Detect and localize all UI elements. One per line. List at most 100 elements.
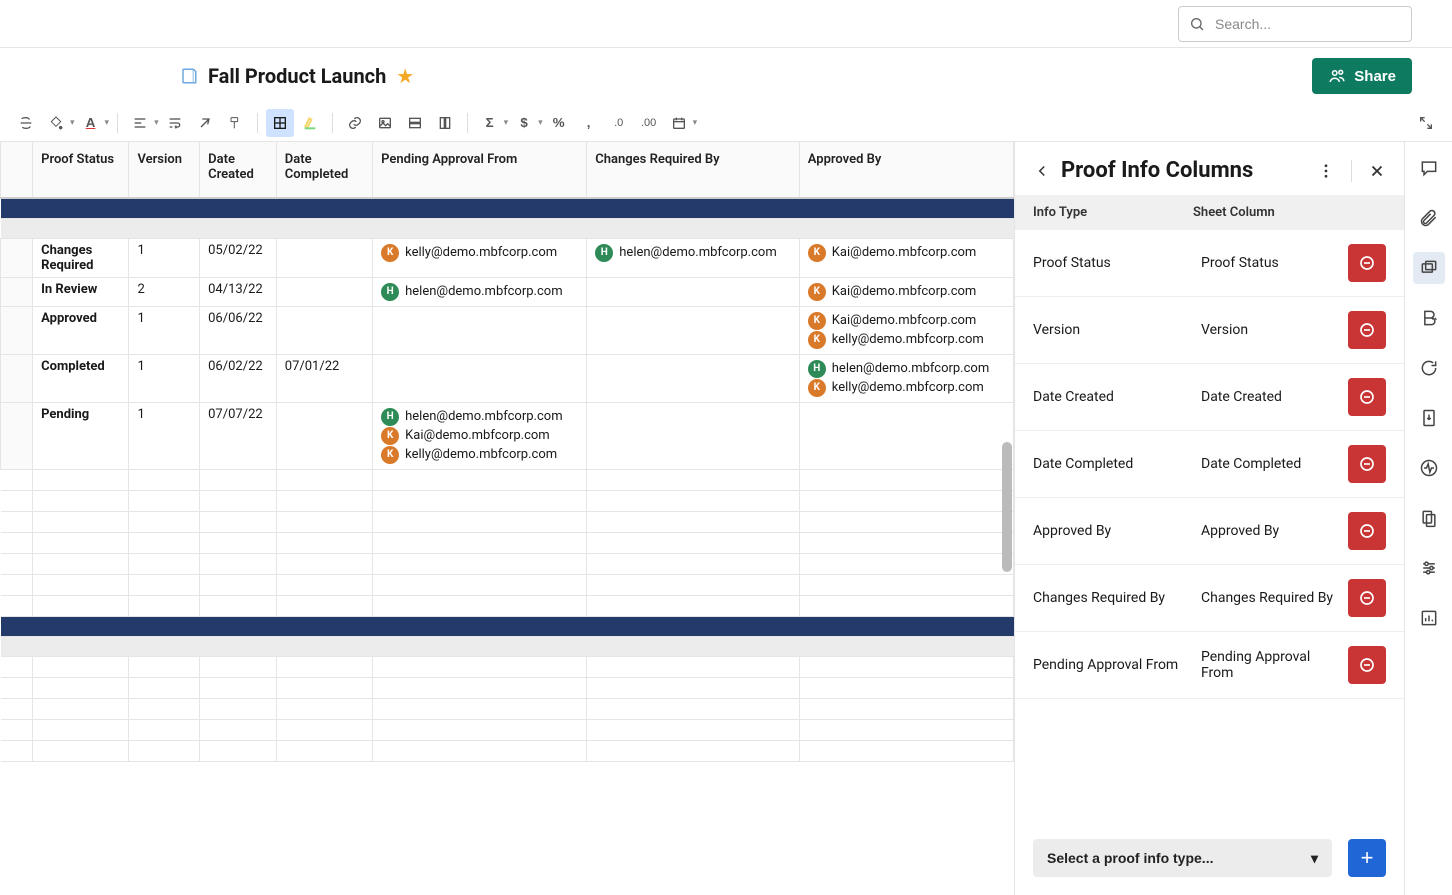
remove-mapping-button[interactable] <box>1348 512 1386 550</box>
insert-column-button[interactable] <box>431 109 459 137</box>
strikethrough-button[interactable] <box>12 109 40 137</box>
image-button[interactable] <box>371 109 399 137</box>
empty-row[interactable] <box>1 740 1014 761</box>
table-row[interactable]: Pending 1 07/07/22 Hhelen@demo.mbfcorp.c… <box>1 402 1014 469</box>
empty-row[interactable] <box>1 719 1014 740</box>
cell-completed[interactable] <box>276 306 372 354</box>
cell-completed[interactable] <box>276 277 372 306</box>
back-icon[interactable] <box>1033 162 1051 180</box>
col-header-pending[interactable]: Pending Approval From <box>373 142 587 198</box>
cell-status[interactable]: Approved <box>33 306 129 354</box>
cell-approved[interactable]: KKai@demo.mbfcorp.com <box>799 238 1013 277</box>
cell-status[interactable]: Changes Required <box>33 238 129 277</box>
cell-version[interactable]: 2 <box>129 277 200 306</box>
fill-color-button[interactable] <box>42 109 70 137</box>
cell-changes[interactable] <box>587 354 800 402</box>
cell-completed[interactable] <box>276 238 372 277</box>
grid-area[interactable]: Proof Status Version Date Created Date C… <box>0 142 1014 895</box>
cell-status[interactable]: In Review <box>33 277 129 306</box>
cell-approved[interactable]: Hhelen@demo.mbfcorp.comKkelly@demo.mbfco… <box>799 354 1013 402</box>
cell-version[interactable]: 1 <box>129 306 200 354</box>
search-box[interactable] <box>1178 6 1412 42</box>
rail-attachments-icon[interactable] <box>1413 202 1445 234</box>
highlight-button[interactable] <box>296 109 324 137</box>
cell-created[interactable]: 07/07/22 <box>200 402 277 469</box>
cell-changes[interactable] <box>587 402 800 469</box>
table-row[interactable]: Approved 1 06/06/22 KKai@demo.mbfcorp.co… <box>1 306 1014 354</box>
share-button[interactable]: Share <box>1312 58 1412 94</box>
cell-status[interactable]: Pending <box>33 402 129 469</box>
cell-version[interactable]: 1 <box>129 238 200 277</box>
cell-completed[interactable] <box>276 402 372 469</box>
table-row[interactable]: In Review 2 04/13/22 Hhelen@demo.mbfcorp… <box>1 277 1014 306</box>
remove-mapping-button[interactable] <box>1348 646 1386 684</box>
empty-row[interactable] <box>1 595 1014 616</box>
cell-status[interactable]: Completed <box>33 354 129 402</box>
empty-row[interactable] <box>1 511 1014 532</box>
cell-pending[interactable]: Hhelen@demo.mbfcorp.comKKai@demo.mbfcorp… <box>373 402 587 469</box>
wrap-button[interactable] <box>161 109 189 137</box>
select-info-type-dropdown[interactable]: Select a proof info type... ▾ <box>1033 839 1332 877</box>
rail-settings-icon[interactable] <box>1413 552 1445 584</box>
cell-changes[interactable] <box>587 277 800 306</box>
cell-pending[interactable]: Kkelly@demo.mbfcorp.com <box>373 238 587 277</box>
cell-pending[interactable] <box>373 306 587 354</box>
cell-pending[interactable]: Hhelen@demo.mbfcorp.com <box>373 277 587 306</box>
currency-button[interactable]: $ <box>510 109 538 137</box>
insert-row-button[interactable] <box>401 109 429 137</box>
close-icon[interactable] <box>1368 162 1386 180</box>
rail-proof-icon[interactable] <box>1413 252 1445 284</box>
cell-created[interactable]: 04/13/22 <box>200 277 277 306</box>
remove-mapping-button[interactable] <box>1348 244 1386 282</box>
empty-row[interactable] <box>1 677 1014 698</box>
remove-mapping-button[interactable] <box>1348 579 1386 617</box>
link-button[interactable] <box>341 109 369 137</box>
clear-format-button[interactable] <box>191 109 219 137</box>
rail-copy-icon[interactable] <box>1413 502 1445 534</box>
format-painter-button[interactable] <box>221 109 249 137</box>
remove-mapping-button[interactable] <box>1348 378 1386 416</box>
empty-row[interactable] <box>1 532 1014 553</box>
empty-row[interactable] <box>1 490 1014 511</box>
remove-mapping-button[interactable] <box>1348 445 1386 483</box>
empty-row[interactable] <box>1 553 1014 574</box>
section-row[interactable] <box>1 198 1014 218</box>
section-row[interactable] <box>1 616 1014 636</box>
cell-changes[interactable] <box>587 306 800 354</box>
rail-comments-icon[interactable] <box>1413 152 1445 184</box>
col-header-created[interactable]: Date Created <box>200 142 277 198</box>
add-mapping-button[interactable]: + <box>1348 839 1386 877</box>
cell-version[interactable]: 1 <box>129 354 200 402</box>
sum-button[interactable]: Σ <box>476 109 504 137</box>
cell-created[interactable]: 06/02/22 <box>200 354 277 402</box>
remove-mapping-button[interactable] <box>1348 311 1386 349</box>
cell-approved[interactable]: KKai@demo.mbfcorp.com <box>799 277 1013 306</box>
cell-pending[interactable] <box>373 354 587 402</box>
col-header-status[interactable]: Proof Status <box>33 142 129 198</box>
empty-row[interactable] <box>1 656 1014 677</box>
increase-decimal-button[interactable]: .00 <box>635 109 663 137</box>
rail-activity-icon[interactable] <box>1413 452 1445 484</box>
thousands-button[interactable]: , <box>575 109 603 137</box>
rail-chart-icon[interactable] <box>1413 602 1445 634</box>
more-icon[interactable] <box>1317 162 1335 180</box>
table-row[interactable]: Changes Required 1 05/02/22 Kkelly@demo.… <box>1 238 1014 277</box>
empty-row[interactable] <box>1 469 1014 490</box>
empty-row[interactable] <box>1 698 1014 719</box>
text-color-button[interactable]: A <box>77 109 105 137</box>
col-header-completed[interactable]: Date Completed <box>276 142 372 198</box>
cell-approved[interactable] <box>799 402 1013 469</box>
cell-changes[interactable]: Hhelen@demo.mbfcorp.com <box>587 238 800 277</box>
cell-created[interactable]: 06/06/22 <box>200 306 277 354</box>
table-row[interactable]: Completed 1 06/02/22 07/01/22 Hhelen@dem… <box>1 354 1014 402</box>
col-header-version[interactable]: Version <box>129 142 200 198</box>
cell-created[interactable]: 05/02/22 <box>200 238 277 277</box>
col-header-changes[interactable]: Changes Required By <box>587 142 800 198</box>
cell-completed[interactable]: 07/01/22 <box>276 354 372 402</box>
rail-brandfolder-icon[interactable] <box>1413 302 1445 334</box>
date-format-button[interactable] <box>665 109 693 137</box>
rail-export-icon[interactable] <box>1413 402 1445 434</box>
cell-approved[interactable]: KKai@demo.mbfcorp.comKkelly@demo.mbfcorp… <box>799 306 1013 354</box>
star-icon[interactable]: ★ <box>396 66 414 86</box>
search-input[interactable] <box>1213 15 1401 33</box>
